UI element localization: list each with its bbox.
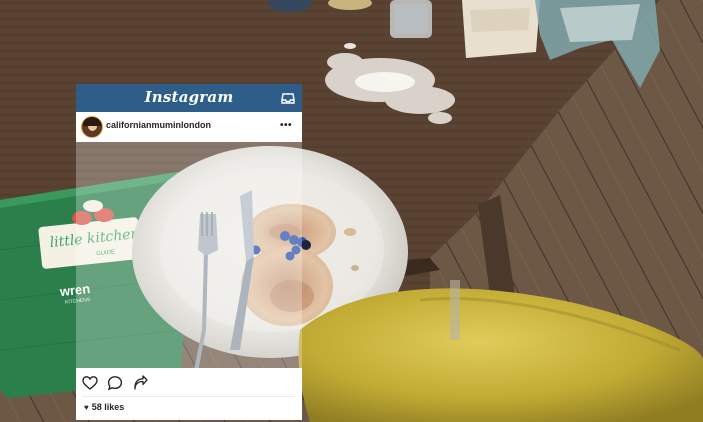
post-photo: [76, 142, 302, 368]
share-icon[interactable]: [132, 375, 148, 391]
likes-count[interactable]: ♥ 58 likes: [84, 402, 124, 412]
app-header: Instagram: [76, 84, 302, 112]
divider: [82, 396, 296, 397]
avatar[interactable]: [81, 116, 103, 138]
more-options-icon[interactable]: •••: [280, 120, 292, 131]
instagram-post-frame: Instagram californianmuminlondon ••• ♥ 58…: [76, 84, 302, 420]
username-link[interactable]: californianmuminlondon: [106, 120, 211, 130]
likes-heart-icon: ♥: [84, 403, 89, 412]
likes-label: 58 likes: [91, 402, 125, 412]
heart-icon[interactable]: [82, 375, 98, 391]
post-header: californianmuminlondon •••: [76, 112, 302, 142]
avatar-hair: [83, 117, 102, 126]
post-actions: ♥ 58 likes: [76, 368, 302, 420]
app-title: Instagram: [144, 88, 234, 106]
inbox-icon[interactable]: [281, 91, 295, 105]
comment-icon[interactable]: [107, 375, 123, 391]
